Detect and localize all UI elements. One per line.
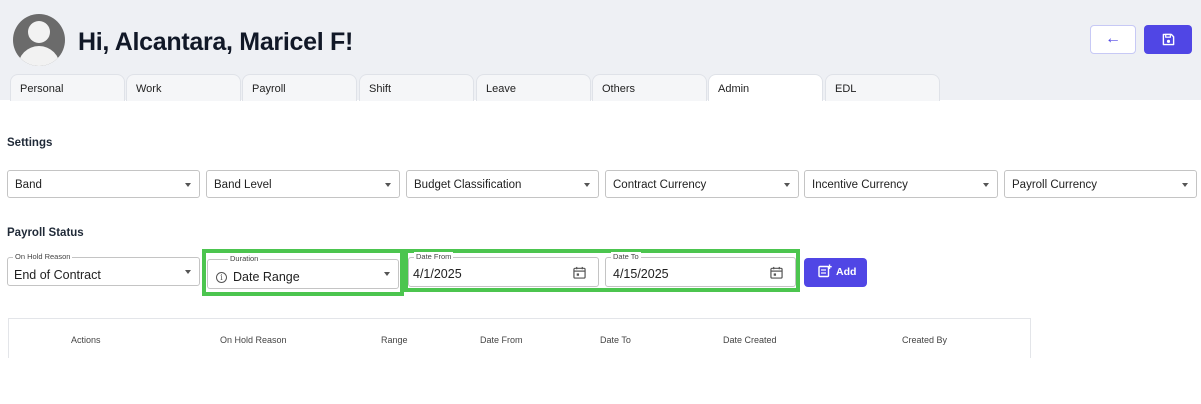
caret-down-icon [384,272,390,276]
column-header-date-created[interactable]: Date Created [723,335,777,345]
tab-label: Leave [486,83,516,95]
band-select[interactable]: Band [7,170,200,198]
caret-down-icon [584,183,590,187]
caret-down-icon [784,183,790,187]
select-label: Band [15,179,42,191]
on-hold-reason-select[interactable]: On Hold Reason End of Contract [7,252,200,286]
select-label: Incentive Currency [812,179,908,191]
info-icon: i [216,272,227,283]
tab-edl[interactable]: EDL [825,74,940,101]
add-note-icon [818,264,832,278]
tab-label: Payroll [252,83,286,95]
avatar [13,14,65,66]
column-header-created-by[interactable]: Created By [902,335,947,345]
tab-payroll[interactable]: Payroll [242,74,357,101]
field-label: Date To [611,252,641,261]
add-button-label: Add [836,266,857,278]
budget-classification-select[interactable]: Budget Classification [406,170,599,198]
caret-down-icon [1182,183,1188,187]
select-label: Payroll Currency [1012,179,1097,191]
avatar-body [18,46,60,66]
settings-title: Settings [7,137,53,149]
tab-label: Shift [369,83,392,95]
tab-others[interactable]: Others [592,74,707,101]
caret-down-icon [185,183,191,187]
tab-admin[interactable]: Admin [708,74,823,101]
payroll-currency-select[interactable]: Payroll Currency [1004,170,1197,198]
date-from-field[interactable]: Date From 4/1/2025 [408,252,599,287]
tab-shift[interactable]: Shift [359,74,474,101]
duration-select[interactable]: Duration i Date Range [207,254,399,289]
add-button[interactable]: Add [804,258,867,287]
select-label: Band Level [214,179,272,191]
field-label: Duration [228,254,261,263]
column-header-actions[interactable]: Actions [71,335,101,345]
field-label: Date From [414,252,454,261]
back-button[interactable]: ← [1090,25,1136,54]
tab-leave[interactable]: Leave [476,74,591,101]
tab-work[interactable]: Work [126,74,241,101]
field-value: 4/15/2025 [613,267,669,281]
select-label: Budget Classification [414,179,522,191]
column-header-on-hold-reason[interactable]: On Hold Reason [220,335,287,345]
caret-down-icon [385,183,391,187]
payroll-status-title: Payroll Status [7,227,84,239]
field-value: End of Contract [14,268,101,282]
profile-header: Hi, Alcantara, Maricel F! ← Personal Wor… [0,0,1201,101]
arrow-left-icon: ← [1105,30,1121,47]
column-header-date-from[interactable]: Date From [480,335,523,345]
column-header-range[interactable]: Range [381,335,408,345]
column-header-date-to[interactable]: Date To [600,335,631,345]
field-value: Date Range [233,270,300,284]
tab-personal[interactable]: Personal [10,74,125,101]
save-button[interactable] [1144,25,1192,54]
save-icon [1162,33,1174,46]
page-title: Hi, Alcantara, Maricel F! [78,28,353,56]
tab-label: Work [136,83,162,95]
payroll-status-table: Actions On Hold Reason Range Date From D… [8,318,1031,358]
tab-label: Personal [20,83,64,95]
tab-label: Others [602,83,636,95]
band-level-select[interactable]: Band Level [206,170,400,198]
field-label: On Hold Reason [13,252,73,261]
select-label: Contract Currency [613,179,707,191]
caret-down-icon [185,270,191,274]
tab-label: Admin [718,83,750,95]
caret-down-icon [983,183,989,187]
avatar-head [28,21,50,43]
calendar-icon[interactable] [573,266,586,279]
contract-currency-select[interactable]: Contract Currency [605,170,799,198]
tab-label: EDL [835,83,857,95]
date-to-field[interactable]: Date To 4/15/2025 [605,252,796,287]
field-value: 4/1/2025 [413,267,462,281]
calendar-icon[interactable] [770,266,783,279]
incentive-currency-select[interactable]: Incentive Currency [804,170,998,198]
